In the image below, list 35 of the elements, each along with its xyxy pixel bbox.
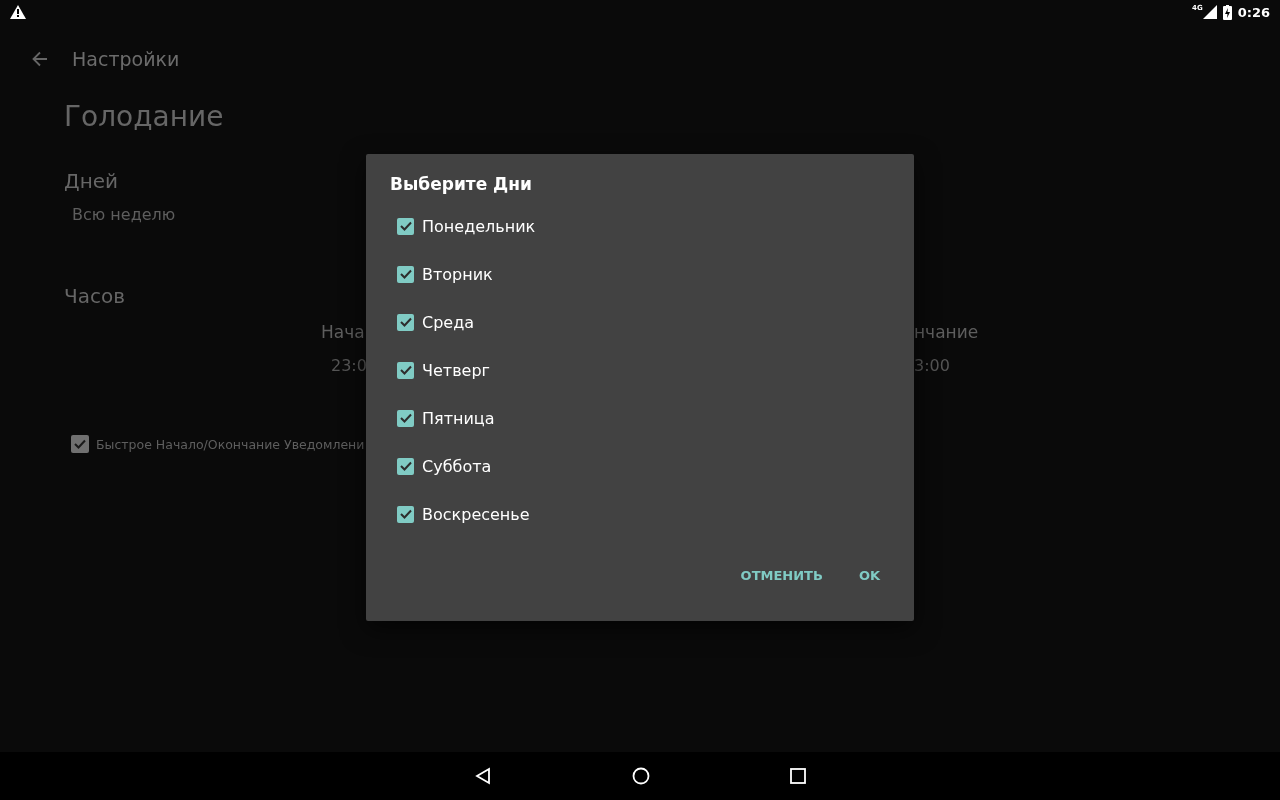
ok-button[interactable]: OK (846, 560, 892, 591)
checkbox[interactable] (397, 361, 414, 379)
home-icon[interactable] (632, 767, 650, 785)
checkbox[interactable] (397, 265, 414, 283)
checkbox-label: Быстрое Начало/Окончание Уведомлени (96, 436, 365, 452)
start-time[interactable]: 23:0 (321, 356, 367, 375)
checkbox-label: Понедельник (422, 216, 536, 236)
dialog-title: Выберите Дни (389, 174, 533, 196)
cancel-button[interactable]: ОТМЕНИТЬ (728, 560, 835, 591)
checkbox[interactable] (397, 313, 414, 331)
section-title: Часов (64, 284, 125, 308)
screen-title: Голодание (64, 100, 225, 133)
toolbar-title: Настройки (72, 48, 180, 70)
checkbox-label: Вторник (422, 264, 493, 284)
checkbox-label: Пятница (422, 408, 495, 428)
recents-icon[interactable] (790, 768, 806, 784)
end-time[interactable]: 3:00 (914, 356, 950, 375)
section-title: Дней (64, 169, 118, 193)
battery-icon (1222, 4, 1232, 20)
checkbox[interactable] (397, 457, 414, 475)
signal-icon (1202, 5, 1217, 19)
end-label: нчание (914, 322, 979, 342)
checkbox-label: Среда (422, 312, 475, 332)
checkbox[interactable] (71, 435, 89, 453)
checkbox[interactable] (397, 505, 414, 523)
checkbox[interactable] (397, 409, 414, 427)
warning-icon (10, 5, 26, 19)
back-button[interactable] (30, 49, 50, 69)
clock: 0:26 (1237, 4, 1270, 20)
checkbox-label: Суббота (422, 456, 492, 476)
start-label: Нача (321, 322, 365, 342)
checkbox[interactable] (397, 217, 414, 235)
back-icon[interactable] (474, 767, 492, 785)
checkbox-label: Четверг (422, 360, 490, 380)
checkbox-label: Воскресенье (422, 504, 530, 524)
